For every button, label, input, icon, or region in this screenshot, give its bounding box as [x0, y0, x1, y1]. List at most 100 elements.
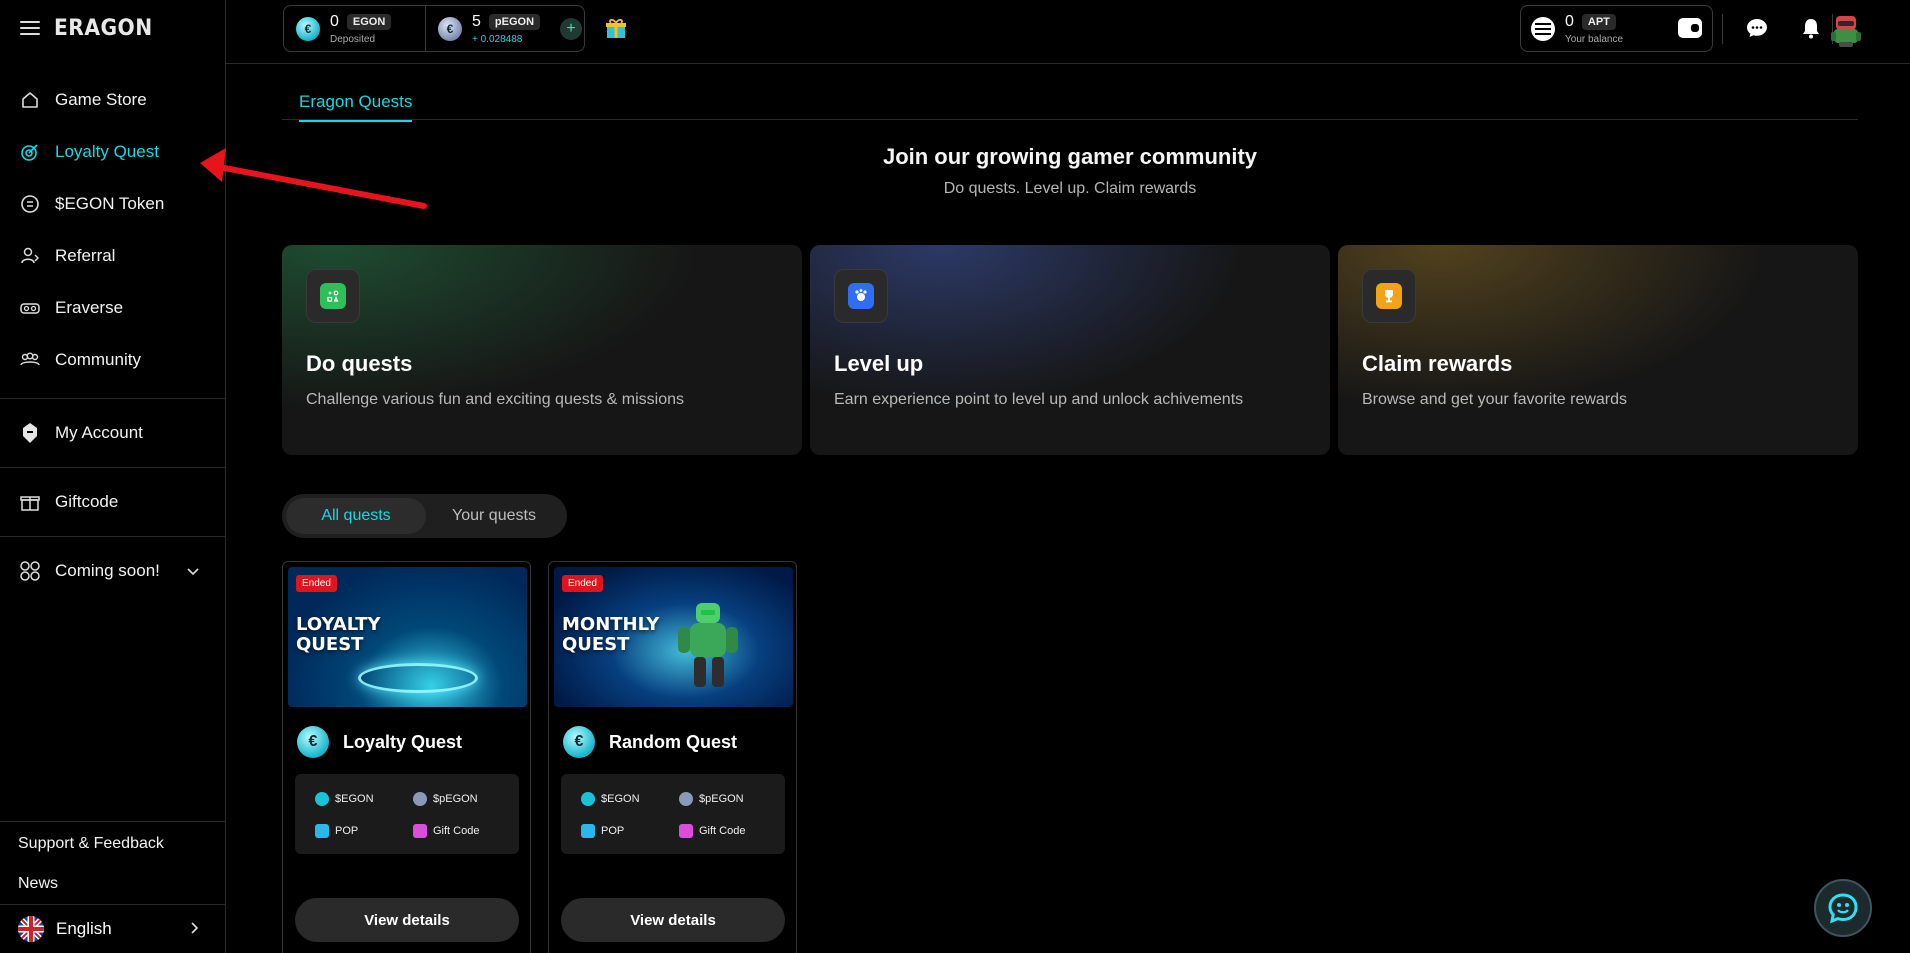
token-balance-box: € 0 EGON Deposited € 5 pEGON + 0.028488 … [283, 5, 585, 52]
reward-gift-code: Gift Code [679, 824, 745, 838]
coming-soon-group: Coming soon! [19, 560, 160, 582]
egon-coin-icon: € [296, 16, 320, 41]
reward-label: $pEGON [699, 793, 744, 805]
chevron-down-icon [187, 561, 199, 581]
sidebar-item-giftcode[interactable]: Giftcode [0, 468, 225, 536]
banner-title-line1: LOYALTY [296, 614, 381, 635]
apt-coin-icon [1531, 16, 1555, 41]
quest-filter: All quests Your quests [282, 494, 567, 538]
tab-eragon-quests[interactable]: Eragon Quests [299, 92, 413, 122]
reward-label: Gift Code [699, 825, 746, 837]
pegon-balance[interactable]: € 5 pEGON + 0.028488 + [426, 6, 583, 51]
sidebar-item-game-store[interactable]: Game Store [0, 74, 225, 126]
reward-pegon: $pEGON [413, 792, 478, 806]
quest-card-title: Random Quest [609, 731, 738, 752]
my-account-label: My Account [55, 423, 143, 442]
community-icon [19, 349, 41, 371]
feature-cards: Do quests Challenge various fun and exci… [282, 245, 1858, 455]
trophy-icon [1376, 283, 1402, 309]
giftcode-label: Giftcode [55, 492, 119, 511]
sidebar-item-label: Loyalty Quest [55, 142, 159, 161]
view-details-button[interactable]: View details [295, 898, 519, 942]
quest-tabs: Eragon Quests [282, 64, 1858, 122]
apt-wallet-box[interactable]: 0 APT Your balance [1520, 5, 1713, 52]
pegon-info: 5 pEGON + 0.028488 [472, 12, 541, 45]
sidebar-item-label: Community [55, 350, 141, 369]
support-chat-icon [1828, 893, 1858, 924]
sidebar-divider [0, 821, 225, 822]
reward-label: Gift Code [433, 825, 480, 837]
quest-card-header: € Loyalty Quest [297, 726, 462, 758]
apt-tag: APT [1581, 13, 1616, 30]
feature-card-claim-rewards: Claim rewards Browse and get your favori… [1338, 245, 1858, 455]
feature-icon-frame [834, 269, 888, 323]
sidebar-item-referral[interactable]: Referral [0, 230, 225, 282]
coming-soon-label: Coming soon! [55, 561, 160, 580]
view-details-button[interactable]: View details [561, 898, 785, 942]
reward-gift-code: Gift Code [413, 824, 479, 838]
banner-title: MONTHLY QUEST [562, 615, 659, 655]
pegon-coin-icon: € [438, 16, 462, 41]
sidebar-item-eraverse[interactable]: Eraverse [0, 282, 225, 334]
quest-card-loyalty[interactable]: Ended LOYALTY QUEST € Loyalty Quest $EGO… [282, 561, 531, 953]
wallet-icon[interactable] [1678, 18, 1702, 38]
gift-box-icon[interactable] [604, 16, 628, 45]
topbar-separator [1722, 14, 1723, 44]
banner-title-line1: MONTHLY [562, 614, 660, 635]
chat-icon[interactable] [1745, 16, 1769, 40]
gamepad-icon [320, 283, 346, 309]
language-label: English [56, 919, 112, 938]
feature-icon-frame [1362, 269, 1416, 323]
news-link[interactable]: News [0, 864, 225, 904]
quest-card-header: € Random Quest [563, 726, 737, 758]
egon-balance[interactable]: € 0 EGON Deposited [284, 6, 426, 51]
language-selector[interactable]: English [0, 905, 225, 953]
reward-pegon: $pEGON [679, 792, 744, 806]
hamburger-menu-icon[interactable] [20, 21, 40, 35]
quest-banner-image: Ended MONTHLY QUEST [554, 567, 793, 707]
sidebar-item-my-account[interactable]: My Account [0, 399, 225, 467]
sidebar-item-label: Referral [55, 246, 116, 265]
sidebar-item-coming-soon[interactable]: Coming soon! [0, 537, 225, 605]
egon-coin-icon: € [563, 726, 595, 758]
sidebar-item-loyalty-quest[interactable]: Loyalty Quest [0, 126, 225, 178]
bell-icon[interactable] [1799, 16, 1823, 40]
egon-coin-icon [581, 792, 595, 806]
sidebar: ERAGON Game Store Loyalty Quest $EGON To… [0, 0, 226, 953]
filter-your-quests[interactable]: Your quests [426, 498, 562, 534]
pegon-amount: 5 [472, 12, 481, 30]
filter-all-quests[interactable]: All quests [286, 498, 426, 534]
banner-title-line2: QUEST [296, 634, 364, 655]
pop-icon [315, 824, 329, 838]
support-chat-button[interactable] [1814, 879, 1872, 937]
quest-card-random[interactable]: Ended MONTHLY QUEST € Random Quest $EGON… [548, 561, 797, 953]
apt-balance-label: Your balance [1565, 33, 1624, 45]
reward-pop: POP [581, 824, 624, 838]
sidebar-item-egon-token[interactable]: $EGON Token [0, 178, 225, 230]
feature-card-do-quests: Do quests Challenge various fun and exci… [282, 245, 802, 455]
reward-list: $EGON $pEGON POP Gift Code [295, 774, 519, 854]
main-content: Eragon Quests Join our growing gamer com… [282, 64, 1858, 953]
apt-info: 0 APT Your balance [1565, 13, 1623, 45]
quest-cards: Ended LOYALTY QUEST € Loyalty Quest $EGO… [282, 561, 797, 953]
banner-title: LOYALTY QUEST [296, 615, 381, 655]
feature-description: Earn experience point to level up and un… [834, 391, 1244, 408]
top-bar: € 0 EGON Deposited € 5 pEGON + 0.028488 … [226, 0, 1910, 64]
avatar[interactable] [1829, 12, 1863, 48]
support-feedback-link[interactable]: Support & Feedback [0, 824, 225, 864]
sidebar-footer: Support & Feedback News English [0, 821, 225, 953]
hero-title: Join our growing gamer community [882, 144, 1258, 169]
pop-icon [581, 824, 595, 838]
add-token-button[interactable]: + [560, 17, 583, 40]
feature-card-level-up: Level up Earn experience point to level … [810, 245, 1330, 455]
apt-top: 0 APT [1565, 13, 1623, 31]
chevron-right-icon [191, 919, 199, 939]
sidebar-item-community[interactable]: Community [0, 334, 225, 386]
brand-logo[interactable]: ERAGON [54, 16, 153, 41]
logo-row: ERAGON [0, 0, 225, 56]
gift-icon [19, 491, 41, 513]
sidebar-item-label: Eraverse [55, 298, 124, 317]
reward-label: $EGON [335, 793, 374, 805]
reward-label: $EGON [601, 793, 640, 805]
feature-title: Do quests [306, 351, 413, 376]
